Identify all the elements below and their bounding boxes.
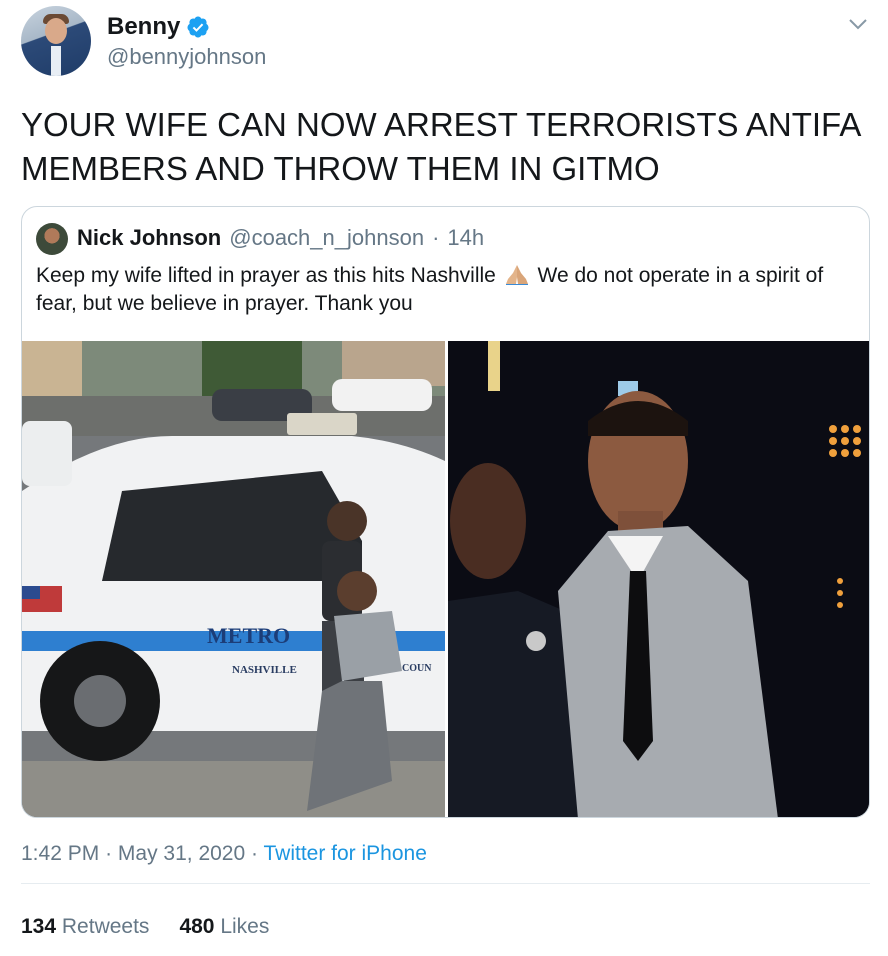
tweet-time[interactable]: 1:42 PM — [21, 842, 99, 865]
tweet-stats: 134 Retweets 480 Likes — [21, 915, 269, 939]
stats-divider — [21, 883, 870, 884]
author-display-name[interactable]: Benny — [107, 13, 180, 41]
verified-badge-icon — [187, 16, 209, 38]
retweets-label: Retweets — [61, 915, 150, 938]
avatar-shirt — [51, 46, 61, 76]
folded-hands-emoji-icon — [505, 265, 528, 285]
quoted-author-name[interactable]: Nick Johnson — [77, 225, 221, 251]
retweets-count: 134 — [21, 915, 57, 938]
tweet-meta: 1:42 PM · May 31, 2020 · Twitter for iPh… — [21, 842, 427, 866]
meta-separator-1: · — [105, 842, 113, 865]
quoted-tweet-header: Nick Johnson @coach_n_johnson · 14h — [77, 225, 484, 251]
retweets-stat[interactable]: 134 Retweets — [21, 915, 149, 939]
quoted-tweet-card[interactable]: Nick Johnson @coach_n_johnson · 14h Keep… — [21, 206, 870, 818]
quoted-tweet-time[interactable]: 14h — [447, 225, 484, 251]
car-city-text: NASHVILLE — [232, 664, 297, 676]
tweet-source-link[interactable]: Twitter for iPhone — [263, 842, 426, 865]
likes-label: Likes — [220, 915, 270, 938]
meta-separator-2: · — [251, 842, 259, 865]
tweet-date[interactable]: May 31, 2020 — [118, 842, 245, 865]
tweet-text: YOUR WIFE CAN NOW ARREST TERRORISTS ANTI… — [21, 106, 860, 187]
likes-count: 480 — [179, 915, 215, 938]
author-name-row: Benny — [107, 13, 210, 41]
quoted-author-handle[interactable]: @coach_n_johnson — [229, 225, 424, 251]
police-car-with-children-photo[interactable]: METRO NASHVILLE COUN — [22, 341, 445, 817]
author-avatar[interactable] — [21, 6, 91, 76]
quoted-tweet-text: Keep my wife lifted in prayer as this hi… — [36, 262, 861, 318]
quoted-header-separator: · — [432, 225, 440, 250]
couple-portrait-photo[interactable] — [448, 341, 869, 817]
car-county-text: COUN — [402, 663, 432, 674]
car-badge-text: METRO — [207, 623, 290, 648]
quoted-text-part-1: Keep my wife lifted in prayer as this hi… — [36, 264, 502, 287]
likes-stat[interactable]: 480 Likes — [179, 915, 269, 939]
chevron-down-icon[interactable] — [846, 12, 870, 36]
quoted-author-avatar[interactable] — [36, 223, 68, 255]
author-handle[interactable]: @bennyjohnson — [107, 44, 266, 70]
avatar-face — [45, 18, 67, 44]
